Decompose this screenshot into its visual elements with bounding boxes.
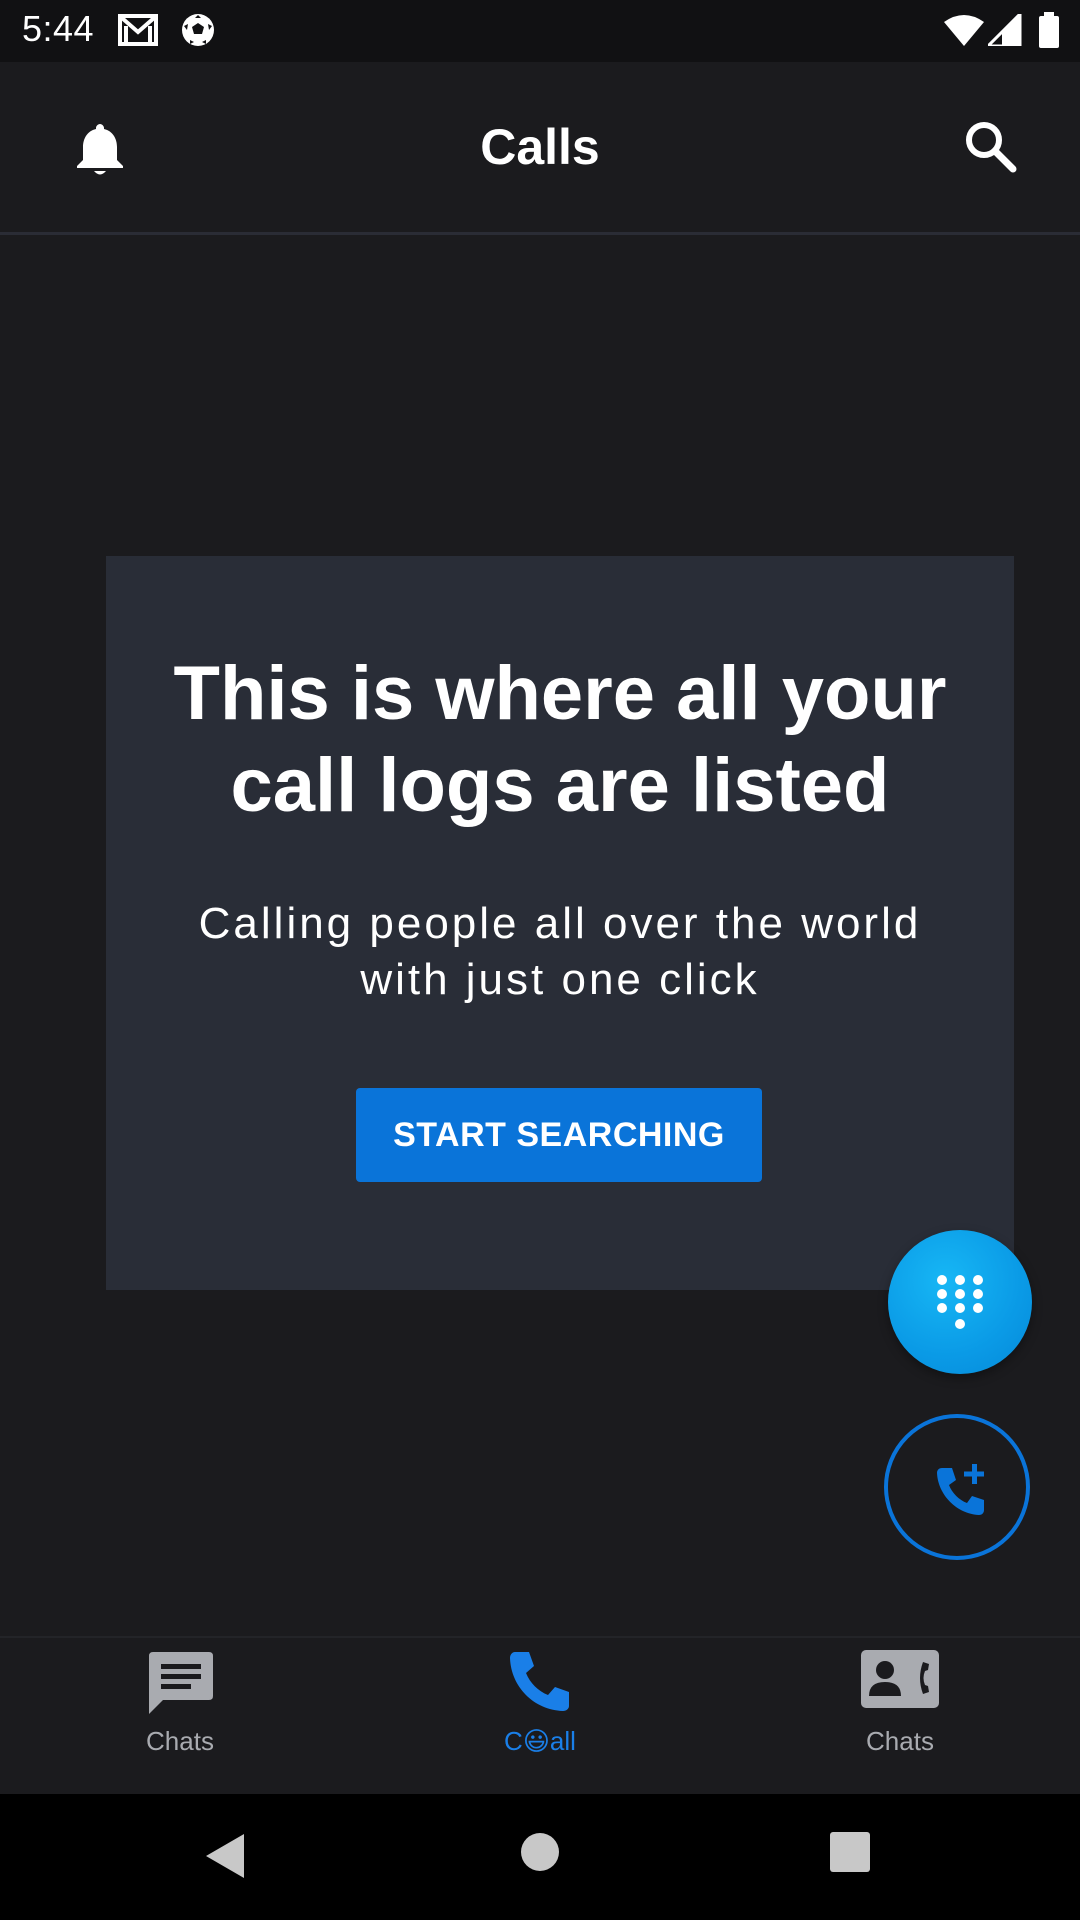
dialpad-icon — [937, 1275, 983, 1329]
soccer-ball-icon — [180, 12, 216, 53]
dialpad-fab[interactable] — [888, 1230, 1032, 1374]
chat-icon — [145, 1648, 215, 1723]
nav-label-calls: C😃all — [504, 1726, 576, 1756]
phone-icon — [507, 1648, 573, 1719]
nav-label-chats: Chats — [146, 1726, 214, 1756]
system-nav-bar — [0, 1794, 1080, 1920]
search-icon[interactable] — [962, 118, 1018, 174]
empty-state-card: This is where all your call logs are lis… — [106, 556, 1014, 1290]
status-bar: 5:44 — [0, 0, 1080, 62]
nav-item-contacts[interactable]: Chats — [720, 1638, 1080, 1796]
signal-icon — [984, 10, 1022, 51]
nav-item-chats[interactable]: Chats — [0, 1638, 360, 1796]
empty-state-subtitle-line2: with just one click — [360, 955, 760, 1004]
wifi-icon — [944, 14, 984, 51]
empty-state-title-line2: call logs are listed — [230, 743, 890, 828]
page-title: Calls — [480, 119, 600, 175]
empty-state-title: This is where all your call logs are lis… — [146, 648, 974, 832]
contacts-icon — [859, 1648, 941, 1715]
nav-label-contacts: Chats — [866, 1726, 934, 1756]
nav-item-calls[interactable]: C😃all — [360, 1638, 720, 1796]
app-bar: Calls — [0, 62, 1080, 235]
gmail-icon — [118, 14, 158, 51]
add-call-icon — [937, 1464, 984, 1515]
calls-screen: 5:44 Calls This is where all your call l… — [0, 0, 1080, 1920]
home-icon[interactable] — [520, 1832, 560, 1877]
battery-icon — [1038, 12, 1060, 53]
empty-state-title-line1: This is where all your — [173, 651, 947, 736]
add-call-fab[interactable] — [884, 1414, 1030, 1560]
bottom-nav: Chats C😃all Chats — [0, 1636, 1080, 1796]
empty-state-subtitle-line1: Calling people all over the world — [198, 899, 922, 948]
recents-icon[interactable] — [830, 1832, 870, 1877]
empty-state-subtitle: Calling people all over the world with j… — [146, 896, 974, 1008]
start-searching-button[interactable]: START SEARCHING — [356, 1088, 762, 1182]
status-time: 5:44 — [22, 8, 95, 49]
back-icon[interactable] — [204, 1832, 246, 1885]
